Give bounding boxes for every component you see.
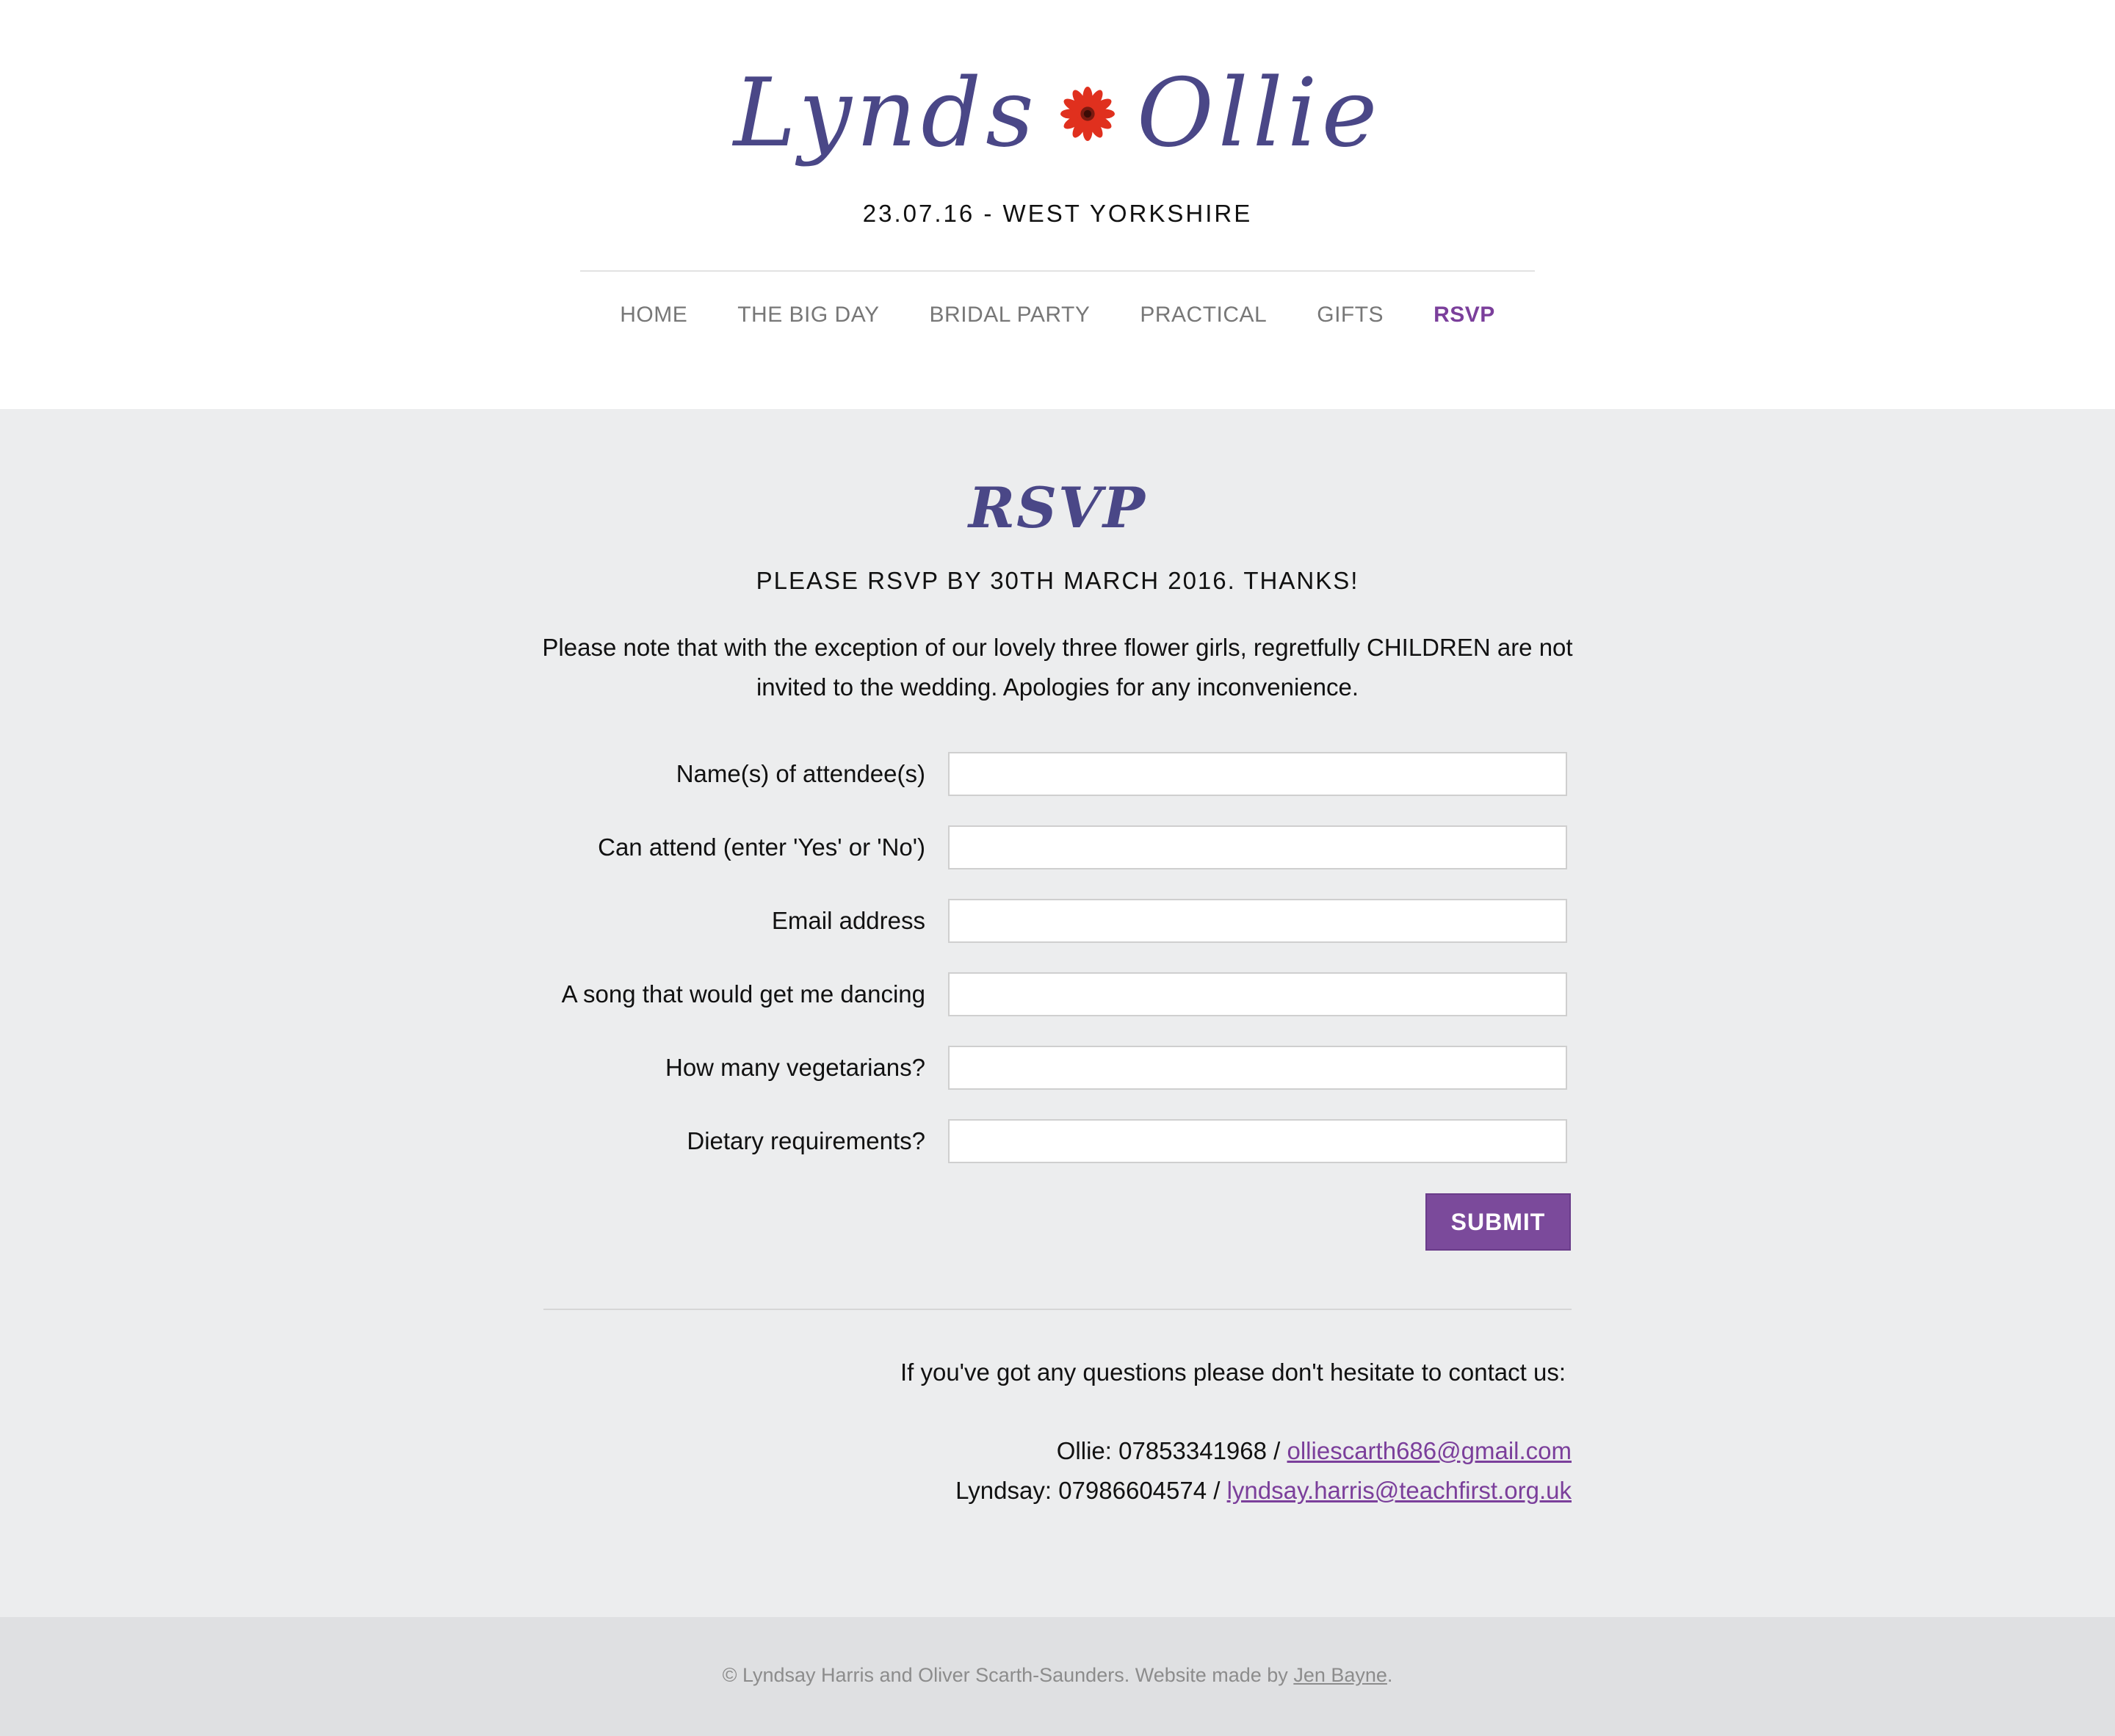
dietary-label: Dietary requirements? [687,1127,925,1154]
contact-intro: If you've got any questions please don't… [900,1359,1566,1386]
names-input[interactable] [948,752,1567,796]
form-row-dietary: Dietary requirements? [514,1119,1567,1163]
rsvp-note: Please note that with the exception of o… [542,634,1573,701]
email-field[interactable] [948,899,1567,943]
header-divider [580,270,1535,272]
wedding-date-location: 23.07.16 - WEST YORKSHIRE [862,200,1253,227]
form-row-email: Email address [514,899,1567,943]
logo-name-left: Lynds [733,59,1038,168]
flower-icon [1060,87,1115,141]
lyndsay-email-link[interactable]: lyndsay.harris@teachfirst.org.uk [1227,1477,1572,1504]
names-label: Name(s) of attendee(s) [676,760,925,787]
logo-name-right: Ollie [1136,59,1382,168]
nav-item-practical[interactable]: PRACTICAL [1140,303,1267,328]
page-title: RSVP [968,475,1147,540]
song-input[interactable] [948,972,1567,1016]
nav-item-the-big-day[interactable]: THE BIG DAY [737,303,879,328]
site-footer: © Lyndsay Harris and Oliver Scarth-Saund… [0,1617,2115,1736]
vegetarians-label: How many vegetarians? [665,1054,925,1081]
ollie-email-link[interactable]: olliescarth686@gmail.com [1287,1437,1572,1464]
ollie-phone: Ollie: 07853341968 / [1056,1437,1287,1464]
lyndsay-phone: Lyndsay: 07986604574 / [955,1477,1227,1504]
footer-copyright: © Lyndsay Harris and Oliver Scarth-Saund… [722,1664,1294,1686]
contact-ollie: Ollie: 07853341968 / olliescarth686@gmai… [1057,1437,1572,1465]
nav-item-home[interactable]: HOME [620,303,687,328]
main-nav: HOME THE BIG DAY BRIDAL PARTY PRACTICAL … [0,303,2115,328]
song-label: A song that would get me dancing [561,980,925,1008]
email-label: Email address [771,907,925,934]
form-row-vegetarians: How many vegetarians? [514,1046,1567,1090]
form-row-song: A song that would get me dancing [514,972,1567,1016]
contact-lyndsay: Lyndsay: 07986604574 / lyndsay.harris@te… [955,1477,1572,1505]
contact-divider [543,1309,1572,1310]
nav-item-bridal-party[interactable]: BRIDAL PARTY [930,303,1091,328]
site-logo[interactable]: Lynds Ollie [0,59,2115,169]
footer-credit: © Lyndsay Harris and Oliver Scarth-Saund… [0,1664,2115,1687]
form-row-names: Name(s) of attendee(s) [514,752,1567,796]
attend-label: Can attend (enter 'Yes' or 'No') [598,833,925,861]
nav-item-rsvp[interactable]: RSVP [1434,303,1495,328]
submit-button[interactable]: SUBMIT [1425,1193,1571,1251]
form-row-attend: Can attend (enter 'Yes' or 'No') [514,825,1567,869]
rsvp-section: RSVP PLEASE RSVP BY 30TH MARCH 2016. THA… [0,409,2115,1617]
footer-author-link[interactable]: Jen Bayne [1293,1664,1387,1686]
dietary-input[interactable] [948,1119,1567,1163]
attend-input[interactable] [948,825,1567,869]
rsvp-deadline: PLEASE RSVP BY 30TH MARCH 2016. THANKS! [756,567,1359,594]
vegetarians-input[interactable] [948,1046,1567,1090]
site-header: Lynds Ollie 23.07.16 - WEST YORKSHIRE HO… [0,0,2115,409]
nav-item-gifts[interactable]: GIFTS [1317,303,1384,328]
footer-end: . [1386,1664,1393,1686]
